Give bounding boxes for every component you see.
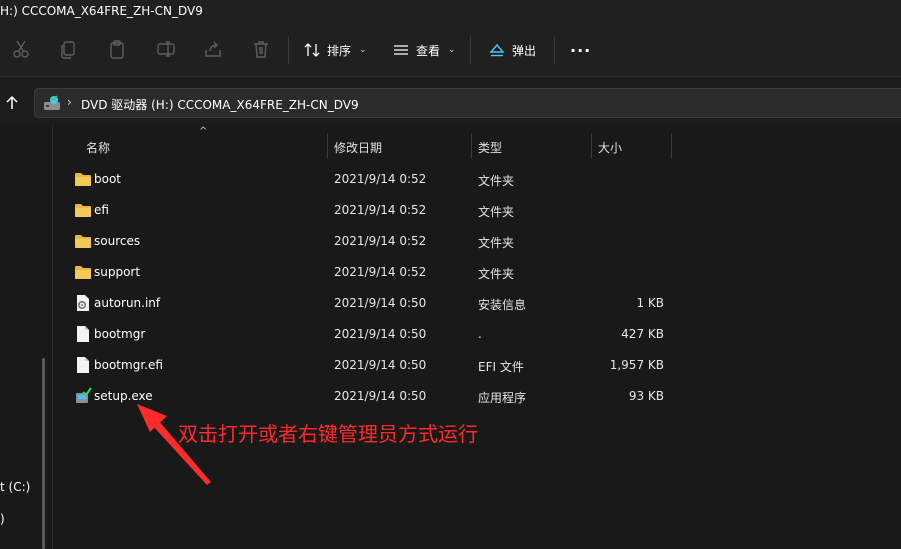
chevron-right-icon: › <box>67 95 72 109</box>
file-date: 2021/9/14 0:52 <box>334 265 427 279</box>
file-name: sources <box>94 234 141 248</box>
paste-icon[interactable] <box>106 38 128 60</box>
column-divider[interactable] <box>671 133 672 159</box>
eject-icon <box>489 43 505 57</box>
file-type: EFI 文件 <box>478 360 524 374</box>
sort-icon <box>304 43 320 57</box>
file-name: bootmgr.efi <box>94 358 163 372</box>
file-date: 2021/9/14 0:52 <box>334 234 427 248</box>
file-date: 2021/9/14 0:52 <box>334 203 427 217</box>
eject-button[interactable]: 弹出 <box>488 37 536 63</box>
folder-icon <box>75 266 91 279</box>
column-type[interactable]: 类型 <box>478 139 502 156</box>
folder-icon <box>75 173 91 186</box>
share-icon[interactable] <box>202 38 224 60</box>
file-name: support <box>94 265 141 279</box>
file-row[interactable]: setup.exe 2021/9/14 0:50 应用程序 93 KB <box>53 381 901 412</box>
address-path: DVD 驱动器 (H:) CCCOMA_X64FRE_ZH-CN_DV9 <box>81 98 359 112</box>
toolbar-divider <box>288 36 289 64</box>
view-button[interactable]: 查看 ⌄ <box>392 37 456 63</box>
file-size: 427 KB <box>621 327 664 341</box>
file-name: efi <box>94 203 109 217</box>
column-name[interactable]: 名称 <box>86 139 110 156</box>
navigation-pane: t (C:) ) <box>0 125 53 549</box>
folder-icon <box>75 204 91 217</box>
setup-icon <box>76 387 92 403</box>
folder-icon <box>75 235 91 248</box>
file-name: boot <box>94 172 122 186</box>
file-type: 文件夹 <box>478 236 515 250</box>
column-divider[interactable] <box>471 133 472 159</box>
file-date: 2021/9/14 0:50 <box>334 296 427 310</box>
file-type: . <box>478 327 482 341</box>
nav-item-drive[interactable]: ) <box>0 512 5 526</box>
file-name: autorun.inf <box>94 296 161 310</box>
file-row[interactable]: sources 2021/9/14 0:52 文件夹 <box>53 226 901 257</box>
cut-icon[interactable] <box>10 38 32 60</box>
file-row[interactable]: bootmgr.efi 2021/9/14 0:50 EFI 文件 1,957 … <box>53 350 901 381</box>
chevron-down-icon: ⌄ <box>448 45 456 55</box>
view-icon <box>394 45 408 55</box>
up-arrow-icon[interactable] <box>2 93 22 113</box>
file-size: 1 KB <box>636 296 664 310</box>
eject-label: 弹出 <box>512 43 537 58</box>
copy-icon[interactable] <box>57 38 79 60</box>
file-name: bootmgr <box>94 327 146 341</box>
view-label: 查看 <box>416 43 441 58</box>
file-icon <box>77 326 89 342</box>
dvd-drive-icon <box>44 95 60 110</box>
column-header-row: ^ 名称 修改日期 类型 大小 <box>53 126 901 162</box>
file-icon <box>77 357 89 373</box>
more-options-button[interactable]: ··· <box>570 37 591 63</box>
file-type: 应用程序 <box>478 391 527 405</box>
file-type: 文件夹 <box>478 267 515 281</box>
sort-button[interactable]: 排序 ⌄ <box>303 37 367 63</box>
file-date: 2021/9/14 0:50 <box>334 358 427 372</box>
column-divider[interactable] <box>327 133 328 159</box>
sort-caret-icon: ^ <box>199 126 208 137</box>
sort-label: 排序 <box>327 43 352 58</box>
window-title: H:) CCCOMA_X64FRE_ZH-CN_DV9 <box>0 4 203 18</box>
settings-file-icon <box>77 295 89 311</box>
file-date: 2021/9/14 0:52 <box>334 172 427 186</box>
column-date[interactable]: 修改日期 <box>334 139 382 156</box>
file-size: 93 KB <box>628 389 664 403</box>
more-icon: ··· <box>570 40 592 60</box>
file-type: 安装信息 <box>478 298 527 312</box>
file-row[interactable]: efi 2021/9/14 0:52 文件夹 <box>53 195 901 226</box>
file-name: setup.exe <box>94 389 153 403</box>
toolbar-divider <box>554 36 555 64</box>
toolbar-divider <box>470 36 471 64</box>
address-bar[interactable]: › DVD 驱动器 (H:) CCCOMA_X64FRE_ZH-CN_DV9 <box>34 88 901 118</box>
delete-icon[interactable] <box>250 38 272 60</box>
file-row[interactable]: support 2021/9/14 0:52 文件夹 <box>53 257 901 288</box>
nav-scrollbar[interactable] <box>42 358 45 549</box>
annotation-text: 双击打开或者右键管理员方式运行 <box>178 422 478 446</box>
rename-icon[interactable] <box>155 38 177 60</box>
column-size[interactable]: 大小 <box>598 139 622 156</box>
file-size: 1,957 KB <box>609 358 664 372</box>
chevron-down-icon: ⌄ <box>359 45 367 55</box>
column-divider[interactable] <box>591 133 592 159</box>
file-row[interactable]: autorun.inf 2021/9/14 0:50 安装信息 1 KB <box>53 288 901 319</box>
file-date: 2021/9/14 0:50 <box>334 389 427 403</box>
file-row[interactable]: boot 2021/9/14 0:52 文件夹 <box>53 164 901 195</box>
nav-item-drive-c[interactable]: t (C:) <box>0 480 30 494</box>
command-bar: 排序 ⌄ 查看 ⌄ 弹出 ··· <box>0 24 901 77</box>
file-type: 文件夹 <box>478 205 515 219</box>
address-row: › DVD 驱动器 (H:) CCCOMA_X64FRE_ZH-CN_DV9 <box>0 77 901 125</box>
file-date: 2021/9/14 0:50 <box>334 327 427 341</box>
file-row[interactable]: bootmgr 2021/9/14 0:50 . 427 KB <box>53 319 901 350</box>
title-bar: H:) CCCOMA_X64FRE_ZH-CN_DV9 <box>0 0 901 24</box>
file-type: 文件夹 <box>478 174 515 188</box>
